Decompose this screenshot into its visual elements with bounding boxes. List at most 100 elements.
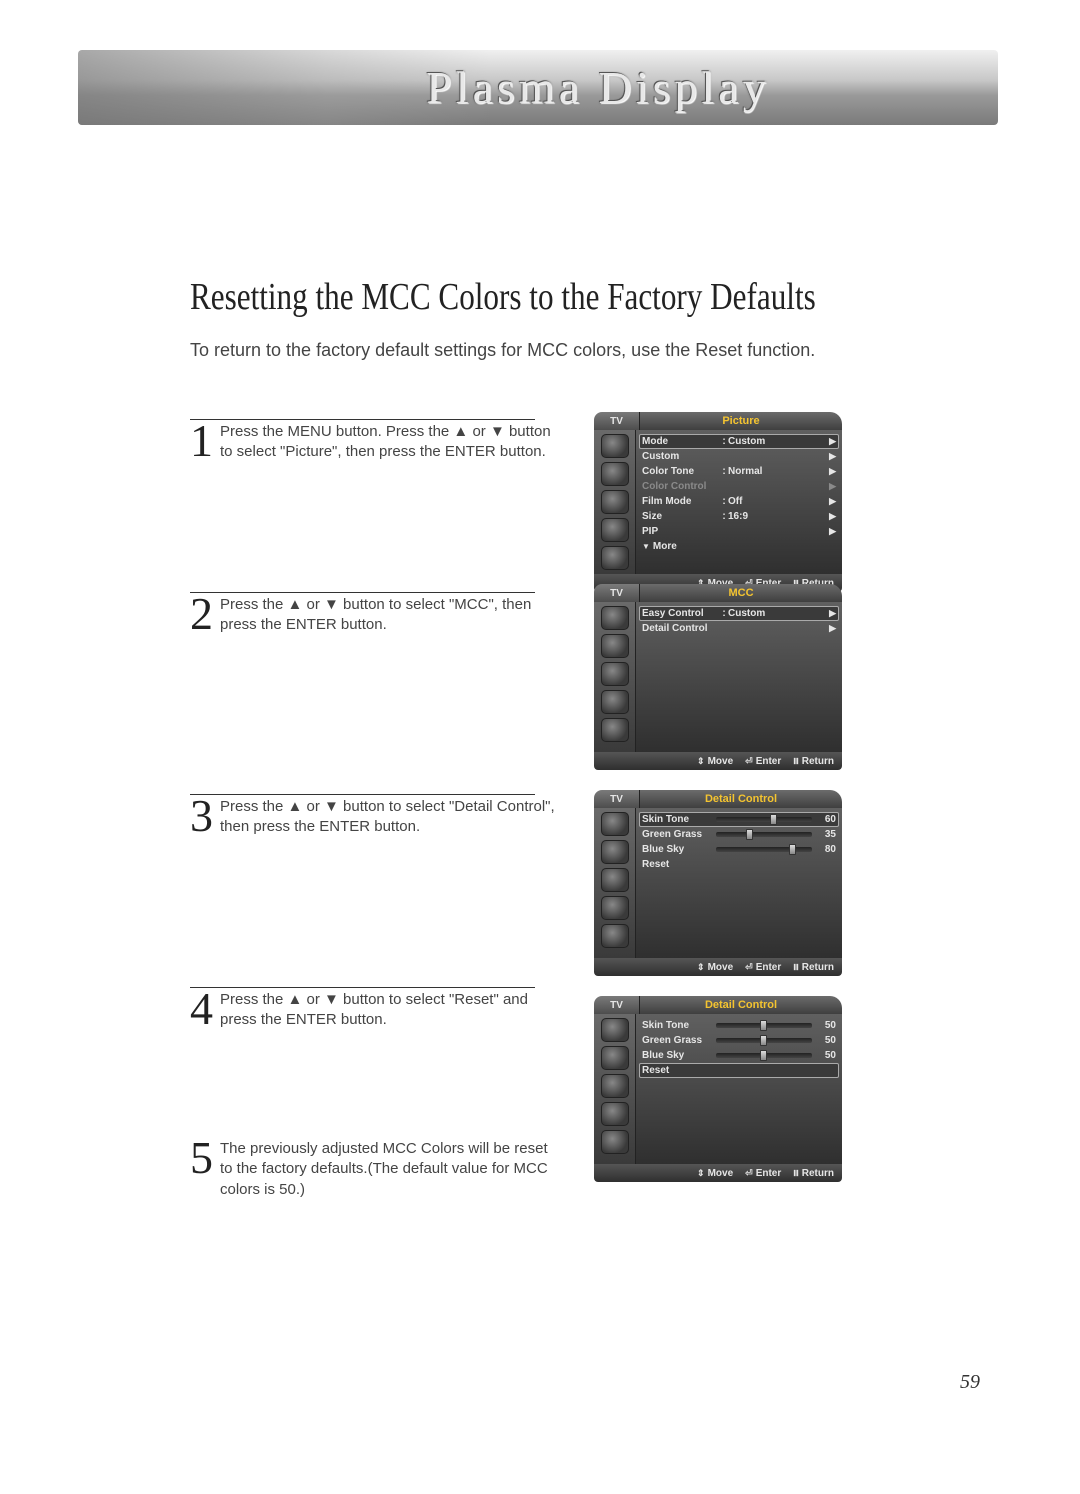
row-label: Mode bbox=[642, 436, 720, 447]
slider-row[interactable]: Green Grass50 bbox=[642, 1033, 836, 1048]
slider-track[interactable] bbox=[716, 817, 812, 822]
row-colon: : bbox=[720, 466, 728, 477]
slider-track[interactable] bbox=[716, 847, 812, 852]
osd-footer: Move Enter Return bbox=[594, 1164, 842, 1182]
slider-track[interactable] bbox=[716, 832, 812, 837]
slider-thumb[interactable] bbox=[760, 1050, 767, 1061]
sidebar-icon bbox=[601, 1102, 629, 1126]
slider-label: Blue Sky bbox=[642, 1050, 712, 1061]
footer-enter: Enter bbox=[745, 756, 781, 767]
menu-row[interactable]: Color Tone:Normal▶ bbox=[642, 464, 836, 479]
instruction-steps: 1 Press the MENU button. Press the ▲ or … bbox=[190, 415, 560, 1210]
footer-enter: Enter bbox=[745, 962, 781, 973]
osd-picture: TV Picture Mode:Custom▶Custom▶Color Tone… bbox=[594, 412, 842, 592]
footer-return: Return bbox=[793, 1168, 834, 1179]
chevron-right-icon: ▶ bbox=[826, 481, 836, 492]
slider-row[interactable]: Blue Sky 50 bbox=[642, 1048, 836, 1063]
row-label: Film Mode bbox=[642, 496, 720, 507]
osd-tv-tab: TV bbox=[594, 584, 640, 602]
reset-label: Reset bbox=[642, 859, 720, 870]
slider-row[interactable]: Blue Sky 80 bbox=[642, 842, 836, 857]
osd-footer: Move Enter Return bbox=[594, 958, 842, 976]
menu-row[interactable]: Custom▶ bbox=[642, 449, 836, 464]
row-label: Detail Control bbox=[642, 623, 720, 634]
sidebar-icon bbox=[601, 690, 629, 714]
row-value: Custom bbox=[728, 436, 826, 447]
chevron-right-icon: ▶ bbox=[826, 511, 836, 522]
page-title: Resetting the MCC Colors to the Factory … bbox=[190, 275, 816, 319]
chevron-right-icon: ▶ bbox=[826, 526, 836, 537]
osd-detail-before: TV Detail Control Skin Tone60Green Grass… bbox=[594, 790, 842, 976]
slider-value: 50 bbox=[816, 1050, 836, 1061]
slider-thumb[interactable] bbox=[760, 1020, 767, 1031]
sidebar-icon bbox=[601, 840, 629, 864]
row-label: Color Control bbox=[642, 481, 720, 492]
sidebar-icon bbox=[601, 868, 629, 892]
header-banner: Plasma Display bbox=[78, 50, 998, 125]
slider-thumb[interactable] bbox=[770, 814, 777, 825]
sidebar-icon bbox=[601, 434, 629, 458]
sidebar-icon bbox=[601, 662, 629, 686]
slider-label: Blue Sky bbox=[642, 844, 712, 855]
osd-sidebar bbox=[594, 1014, 636, 1164]
row-label: Size bbox=[642, 511, 720, 522]
osd-detail-after: TV Detail Control Skin Tone50Green Grass… bbox=[594, 996, 842, 1182]
footer-enter: Enter bbox=[745, 1168, 781, 1179]
reset-row[interactable]: Reset bbox=[639, 1063, 839, 1078]
menu-row[interactable]: Detail Control▶ bbox=[642, 621, 836, 636]
slider-row[interactable]: Skin Tone50 bbox=[642, 1018, 836, 1033]
sidebar-icon bbox=[601, 812, 629, 836]
slider-track[interactable] bbox=[716, 1038, 812, 1043]
sidebar-icon bbox=[601, 546, 629, 570]
step-5: 5 The previously adjusted MCC Colors wil… bbox=[190, 1135, 560, 1200]
menu-row[interactable]: Color Control ▶ bbox=[642, 479, 836, 494]
row-label: Color Tone bbox=[642, 466, 720, 477]
slider-value: 60 bbox=[816, 814, 836, 825]
step-text: Press the ▲ or ▼ button to select "Detai… bbox=[220, 797, 560, 838]
slider-track[interactable] bbox=[716, 1023, 812, 1028]
footer-move: Move bbox=[697, 962, 733, 973]
menu-row[interactable]: Easy Control:Custom▶ bbox=[639, 606, 839, 621]
sidebar-icon bbox=[601, 518, 629, 542]
menu-row[interactable]: Film Mode:Off▶ bbox=[642, 494, 836, 509]
osd-tv-tab: TV bbox=[594, 412, 640, 430]
reset-label: Reset bbox=[642, 1065, 720, 1076]
slider-value: 35 bbox=[816, 829, 836, 840]
sidebar-icon bbox=[601, 896, 629, 920]
osd-title: Detail Control bbox=[640, 996, 842, 1014]
sidebar-icon bbox=[601, 490, 629, 514]
step-2: 2 Press the ▲ or ▼ button to select "MCC… bbox=[190, 588, 560, 636]
osd-menu: Mode:Custom▶Custom▶Color Tone:Normal▶Col… bbox=[636, 430, 842, 574]
sidebar-icon bbox=[601, 1074, 629, 1098]
step-4: 4 Press the ▲ or ▼ button to select "Res… bbox=[190, 983, 560, 1031]
sidebar-icon bbox=[601, 924, 629, 948]
menu-row[interactable]: Mode:Custom▶ bbox=[639, 434, 839, 449]
step-number: 5 bbox=[190, 1137, 213, 1178]
banner-title: Plasma Display bbox=[426, 61, 769, 114]
osd-footer: Move Enter Return bbox=[594, 752, 842, 770]
osd-mcc: TV MCC Easy Control:Custom▶Detail Contro… bbox=[594, 584, 842, 770]
slider-value: 50 bbox=[816, 1020, 836, 1031]
slider-label: Green Grass bbox=[642, 1035, 712, 1046]
reset-row[interactable]: Reset bbox=[642, 857, 836, 872]
menu-row[interactable]: More bbox=[642, 539, 836, 554]
step-number: 3 bbox=[190, 795, 213, 836]
menu-row[interactable]: Size:16:9▶ bbox=[642, 509, 836, 524]
slider-row[interactable]: Skin Tone60 bbox=[639, 812, 839, 827]
chevron-right-icon: ▶ bbox=[826, 496, 836, 507]
slider-value: 80 bbox=[816, 844, 836, 855]
slider-label: Green Grass bbox=[642, 829, 712, 840]
slider-thumb[interactable] bbox=[760, 1035, 767, 1046]
chevron-right-icon: ▶ bbox=[826, 436, 836, 447]
slider-track[interactable] bbox=[716, 1053, 812, 1058]
slider-thumb[interactable] bbox=[789, 844, 796, 855]
intro-text: To return to the factory default setting… bbox=[190, 340, 815, 361]
footer-move: Move bbox=[697, 756, 733, 767]
step-number: 1 bbox=[190, 420, 213, 461]
sidebar-icon bbox=[601, 634, 629, 658]
row-value: 16:9 bbox=[728, 511, 826, 522]
slider-thumb[interactable] bbox=[746, 829, 753, 840]
menu-row[interactable]: PIP▶ bbox=[642, 524, 836, 539]
slider-row[interactable]: Green Grass 35 bbox=[642, 827, 836, 842]
step-number: 4 bbox=[190, 988, 213, 1029]
